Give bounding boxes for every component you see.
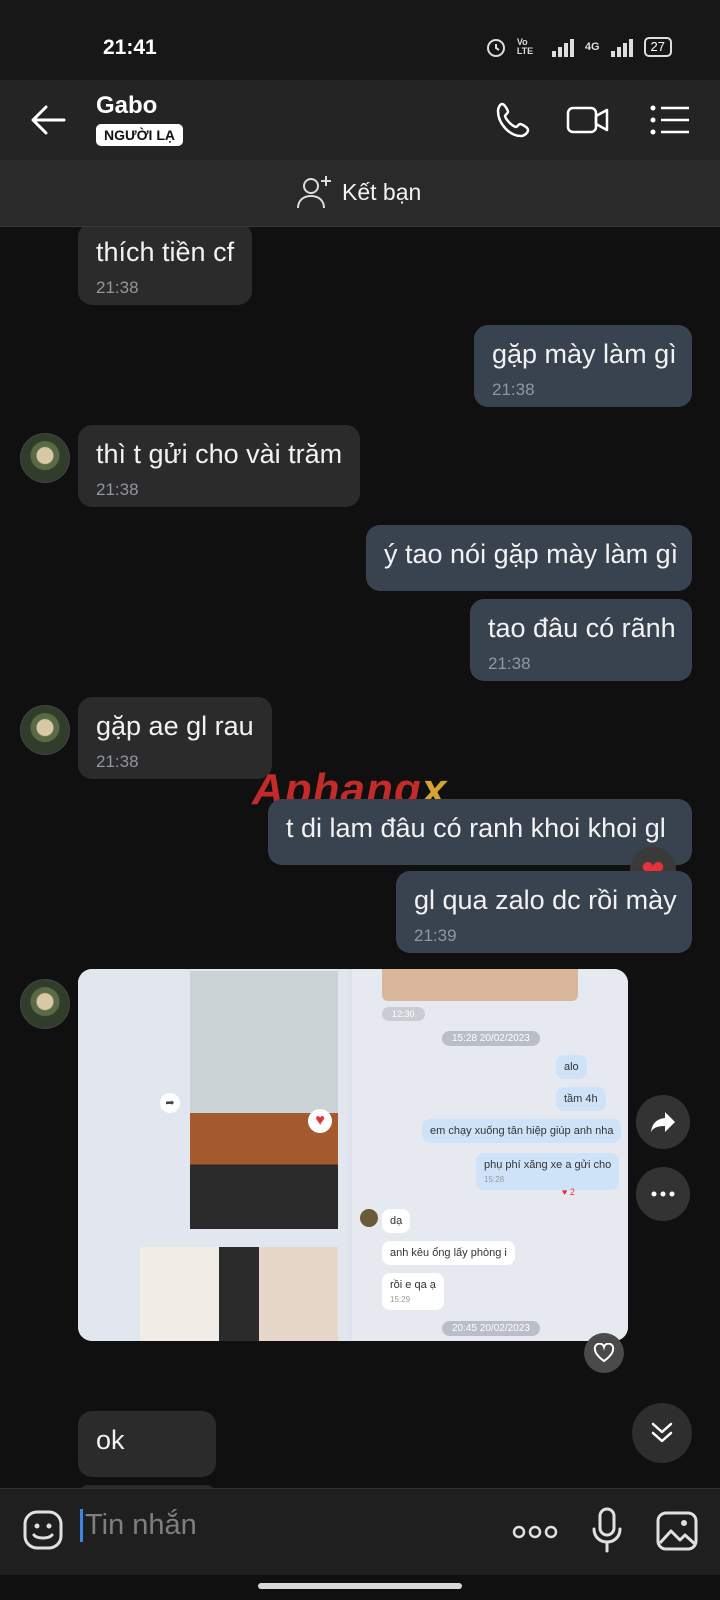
screenshot-image-right[interactable]: 12:30 15:28 20/02/2023 alo tầm 4h em chạ… (352, 969, 628, 1341)
mini-message: phụ phí xăng xe a gửi cho 15:28 (476, 1153, 620, 1190)
menu-list-icon[interactable] (648, 98, 692, 142)
date-chip: 20:45 20/02/2023 (442, 1321, 540, 1336)
message-bubble[interactable]: gặp ae gl rau 21:38 (78, 697, 272, 779)
status-icons: Vo LTE 4G 27 (485, 36, 672, 58)
heart-outline-icon (593, 1343, 615, 1363)
back-arrow-icon[interactable] (28, 102, 68, 138)
contact-name[interactable]: Gabo (96, 92, 157, 120)
mini-message: dạ (382, 1209, 411, 1233)
like-button[interactable] (584, 1333, 624, 1373)
signal-icon-2 (610, 39, 633, 57)
mini-message: tầm 4h (556, 1087, 606, 1111)
add-friend-icon (297, 176, 331, 209)
status-bar: 21:41 Vo LTE 4G 27 (0, 0, 720, 80)
mini-message: anh kêu ổng lấy phòng i (382, 1241, 515, 1265)
message-input-bar: Tin nhắn (0, 1488, 720, 1575)
mini-avatar (360, 1209, 378, 1227)
avatar[interactable] (20, 979, 70, 1029)
more-options-button[interactable] (636, 1167, 690, 1221)
time-chip: 12:30 (382, 1007, 425, 1021)
status-time: 21:41 (103, 36, 157, 59)
add-friend-label: Kết bạn (342, 178, 422, 205)
photo-message[interactable]: ➦ ♥ 12:30 15:28 20/02/2023 alo tầm 4h em… (78, 969, 628, 1341)
microphone-icon[interactable] (590, 1507, 624, 1553)
avatar[interactable] (20, 433, 70, 483)
share-arrow-icon (651, 1112, 675, 1132)
more-actions-icon[interactable] (512, 1525, 558, 1539)
avatar[interactable] (20, 705, 70, 755)
message-bubble[interactable]: t di lam đâu có ranh khoi khoi gl (268, 799, 692, 865)
scroll-to-bottom-button[interactable] (632, 1403, 692, 1463)
stranger-badge: NGƯỜI LẠ (96, 124, 183, 146)
forward-button[interactable] (636, 1095, 690, 1149)
mini-message: rồi e qa ạ 15:29 (382, 1273, 444, 1310)
volte-label: Vo LTE (516, 37, 534, 56)
message-bubble[interactable]: ok (78, 1411, 216, 1477)
mini-message: alo (556, 1055, 587, 1079)
video-call-icon[interactable] (566, 98, 610, 142)
sticker-emoji-icon[interactable] (22, 1509, 64, 1551)
mini-message: em chạy xuống tân hiệp giúp anh nha (422, 1119, 622, 1143)
message-bubble[interactable]: gặp mày làm gì 21:38 (474, 325, 692, 407)
message-list[interactable]: thích tiền cf 21:38 gặp mày làm gì 21:38… (0, 227, 720, 1488)
heart-count: ♥ 2 (562, 1187, 575, 1197)
phone-icon[interactable] (492, 98, 536, 142)
add-friend-bar[interactable]: Kết bạn (0, 160, 720, 227)
gesture-nav-bar[interactable] (258, 1583, 462, 1589)
computer-photo (190, 971, 338, 1229)
network-label: 4G (584, 41, 600, 53)
message-bubble[interactable]: gl qua zalo dc rồi mày 21:39 (396, 871, 692, 953)
message-bubble[interactable]: thích tiền cf 21:38 (78, 227, 253, 305)
screenshot-image-left[interactable]: ➦ ♥ (78, 969, 348, 1341)
signal-icon (551, 39, 574, 57)
double-chevron-down-icon (651, 1422, 673, 1443)
forward-mini-icon: ➦ (160, 1093, 180, 1113)
image-gallery-icon[interactable] (656, 1511, 698, 1551)
more-dots-icon (651, 1191, 675, 1197)
message-bubble[interactable]: thì t gửi cho vài trăm 21:38 (78, 425, 361, 507)
heart-mini-icon: ♥ (308, 1109, 332, 1133)
message-input[interactable]: Tin nhắn (80, 1509, 197, 1542)
message-bubble[interactable]: ý tao nói gặp mày làm gì (366, 525, 692, 591)
date-chip: 15:28 20/02/2023 (442, 1031, 540, 1046)
alarm-icon (486, 39, 505, 57)
battery-indicator: 27 (643, 37, 672, 57)
selfie-photo (140, 1247, 338, 1341)
message-bubble[interactable]: tao đâu có rãnh 21:38 (470, 599, 692, 681)
cropped-photo (382, 969, 578, 1001)
